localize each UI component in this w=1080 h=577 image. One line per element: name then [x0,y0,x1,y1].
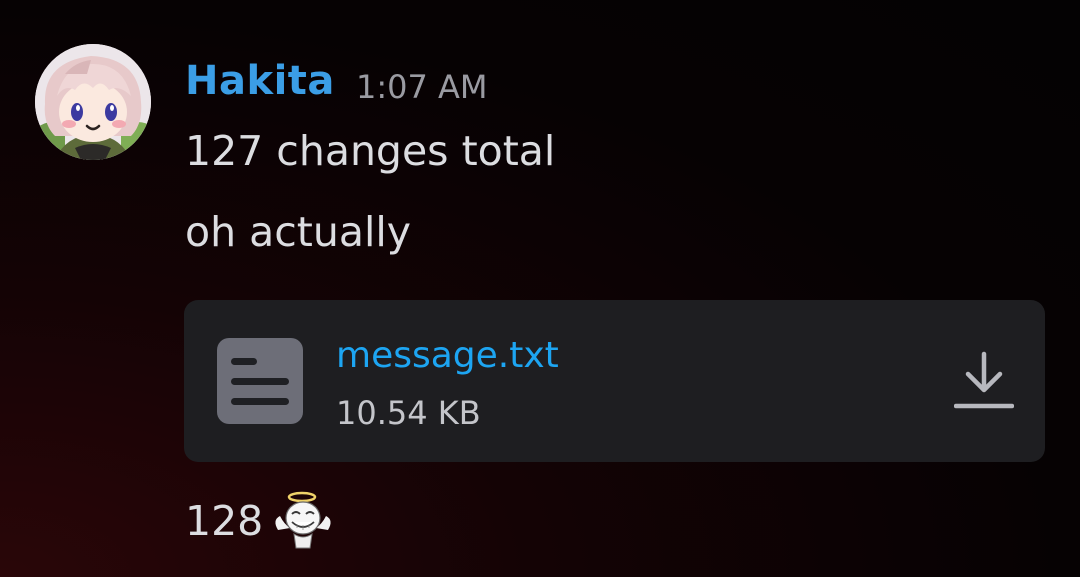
file-attachment: message.txt 10.54 KB [184,300,1045,462]
message-text: 127 changes total [185,127,556,175]
text-file-icon [217,338,303,424]
file-name-link[interactable]: message.txt [336,335,559,376]
file-size: 10.54 KB [336,394,481,432]
avatar[interactable] [35,44,151,160]
message-text: oh actually [185,208,412,256]
timestamp: 1:07 AM [356,68,488,106]
username[interactable]: Hakita [185,58,335,104]
chat-message: Hakita 1:07 AM 127 changes total oh actu… [0,0,1080,577]
angel-trollface-emoji[interactable] [272,490,334,550]
download-icon[interactable] [953,350,1015,412]
message-text: 128 [185,497,264,545]
